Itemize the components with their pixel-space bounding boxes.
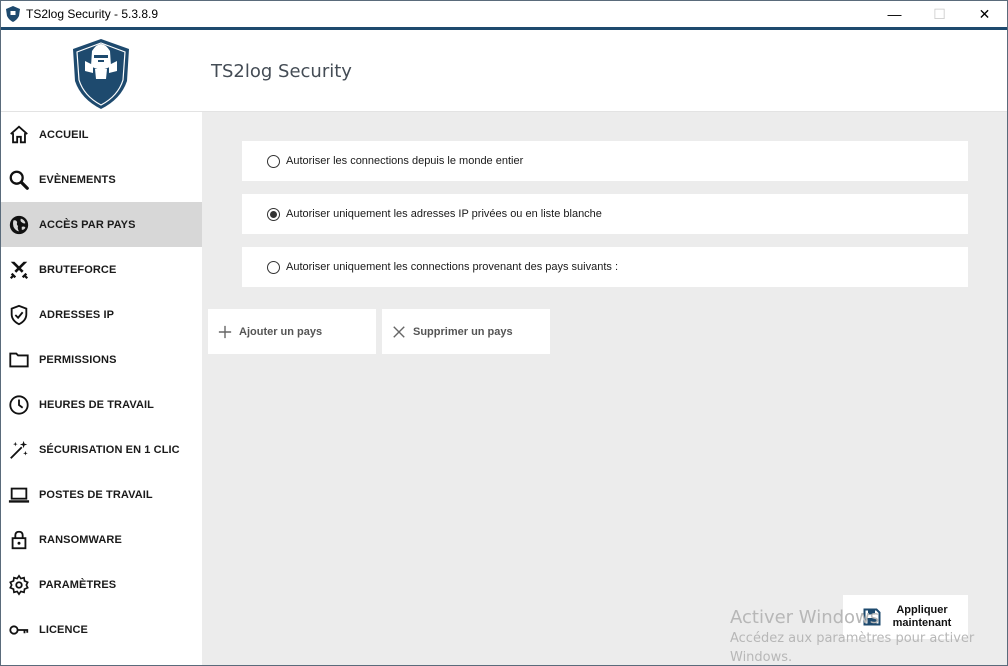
add-country-button[interactable]: Ajouter un pays <box>208 309 376 354</box>
maximize-button[interactable]: ☐ <box>917 1 962 27</box>
sidebar-item-evenements[interactable]: EVÈNEMENTS <box>1 157 202 202</box>
header: TS2log Security <box>1 30 1007 112</box>
globe-icon <box>7 213 31 237</box>
remove-country-button[interactable]: Supprimer un pays <box>382 309 550 354</box>
option-label: Autoriser uniquement les adresses IP pri… <box>286 208 602 220</box>
title-bar: TS2log Security - 5.3.8.9 — ☐ ✕ <box>1 1 1007 27</box>
sidebar-item-label: LICENCE <box>39 623 88 636</box>
apply-now-button[interactable]: Appliquer maintenant <box>843 595 968 639</box>
option-world[interactable]: Autoriser les connections depuis le mond… <box>242 141 968 181</box>
crossed-swords-icon <box>7 258 31 282</box>
sidebar-item-label: ADRESSES IP <box>39 308 115 321</box>
shield-check-icon <box>7 303 31 327</box>
sidebar-item-permissions[interactable]: PERMISSIONS <box>1 337 202 382</box>
sidebar-item-heures-de-travail[interactable]: HEURES DE TRAVAIL <box>1 382 202 427</box>
main-content: Autoriser les connections depuis le mond… <box>202 112 1007 665</box>
page-title: TS2log Security <box>211 61 352 82</box>
sidebar-item-label: EVÈNEMENTS <box>39 173 116 186</box>
key-icon <box>7 618 31 642</box>
sidebar: ACCUEIL EVÈNEMENTS ACCÈS PAR PAYS BRUTEF… <box>1 112 202 665</box>
sidebar-item-label: RANSOMWARE <box>39 533 122 546</box>
sidebar-item-securisation-1-clic[interactable]: SÉCURISATION EN 1 CLIC <box>1 427 202 472</box>
sidebar-item-ransomware[interactable]: RANSOMWARE <box>1 517 202 562</box>
search-icon <box>7 168 31 192</box>
sidebar-item-acces-par-pays[interactable]: ACCÈS PAR PAYS <box>1 202 202 247</box>
remove-country-label: Supprimer un pays <box>413 325 513 338</box>
home-icon <box>7 123 31 147</box>
sidebar-item-label: PERMISSIONS <box>39 353 117 366</box>
sidebar-item-label: HEURES DE TRAVAIL <box>39 398 154 411</box>
gear-icon <box>7 573 31 597</box>
close-button[interactable]: ✕ <box>962 1 1007 27</box>
option-country-list[interactable]: Autoriser uniquement les connections pro… <box>242 247 968 287</box>
folder-icon <box>7 348 31 372</box>
sidebar-item-accueil[interactable]: ACCUEIL <box>1 112 202 157</box>
sidebar-item-label: PARAMÈTRES <box>39 578 117 591</box>
close-icon <box>391 324 407 340</box>
radio-button[interactable] <box>267 260 280 274</box>
sidebar-item-label: BRUTEFORCE <box>39 263 117 276</box>
option-label: Autoriser uniquement les connections pro… <box>286 261 619 273</box>
app-window: TS2log Security - 5.3.8.9 — ☐ ✕ TS2log S… <box>0 0 1008 666</box>
laptop-icon <box>7 483 31 507</box>
option-label: Autoriser les connections depuis le mond… <box>286 155 524 167</box>
sidebar-item-licence[interactable]: LICENCE <box>1 607 202 652</box>
sidebar-item-label: SÉCURISATION EN 1 CLIC <box>39 443 180 456</box>
plus-icon <box>217 324 233 340</box>
sidebar-item-adresses-ip[interactable]: ADRESSES IP <box>1 292 202 337</box>
radio-button-selected[interactable] <box>267 207 280 221</box>
save-icon <box>863 608 881 626</box>
apply-now-label: Appliquer maintenant <box>892 604 952 629</box>
sidebar-item-label: ACCUEIL <box>39 128 89 141</box>
minimize-button[interactable]: — <box>872 1 917 27</box>
sidebar-item-label: ACCÈS PAR PAYS <box>39 218 136 231</box>
app-shield-icon <box>6 6 20 22</box>
window-title: TS2log Security - 5.3.8.9 <box>26 7 159 21</box>
option-private-whitelist[interactable]: Autoriser uniquement les adresses IP pri… <box>242 194 968 234</box>
sidebar-item-postes-de-travail[interactable]: POSTES DE TRAVAIL <box>1 472 202 517</box>
add-country-label: Ajouter un pays <box>239 325 323 338</box>
clock-icon <box>7 393 31 417</box>
sidebar-item-bruteforce[interactable]: BRUTEFORCE <box>1 247 202 292</box>
magic-wand-icon <box>7 438 31 462</box>
radio-button[interactable] <box>267 154 280 168</box>
knight-shield-logo <box>73 39 129 109</box>
sidebar-item-label: POSTES DE TRAVAIL <box>39 488 153 501</box>
lock-icon <box>7 528 31 552</box>
sidebar-item-parametres[interactable]: PARAMÈTRES <box>1 562 202 607</box>
